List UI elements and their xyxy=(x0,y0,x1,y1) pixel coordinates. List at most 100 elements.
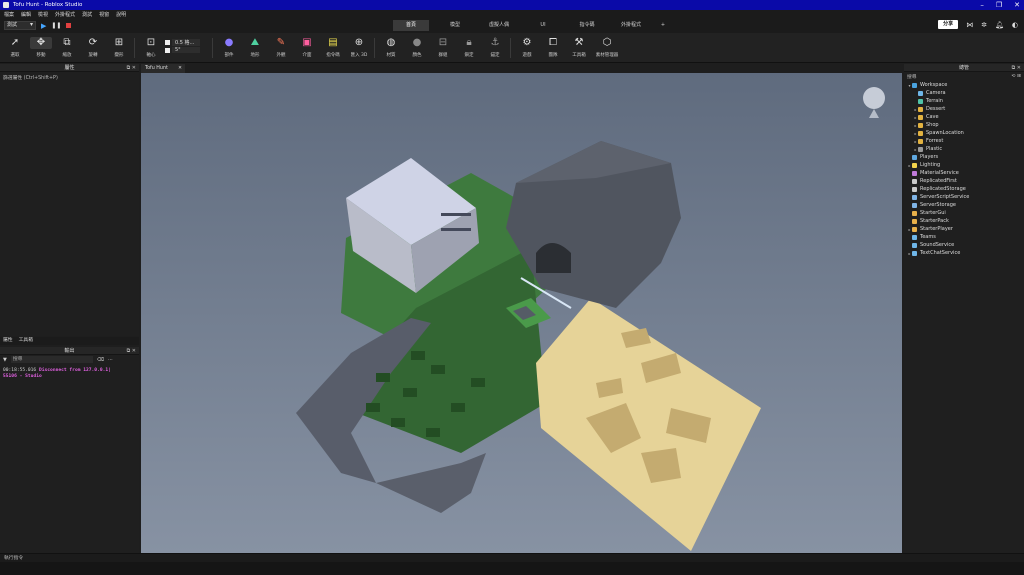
explorer-item[interactable]: StarterPack xyxy=(904,217,1024,225)
menu-file[interactable]: 檔案 xyxy=(4,11,14,18)
select-tool[interactable]: ➚ 選取 xyxy=(4,37,26,58)
explorer-item-label: MaterialService xyxy=(920,170,959,176)
asset-manager-tool[interactable]: ⬡ 素材管理器 xyxy=(594,37,620,58)
explorer-item[interactable]: ServerScriptService xyxy=(904,193,1024,201)
transform-tool[interactable]: ⊞ 變形 xyxy=(108,37,130,58)
3d-viewport[interactable] xyxy=(141,73,902,553)
tab-model[interactable]: 模型 xyxy=(437,20,473,31)
part-tool[interactable]: ● 部件 xyxy=(218,37,240,58)
toolbox-tool[interactable]: ⚒ 工具箱 xyxy=(568,37,590,58)
tab-home[interactable]: 首頁 xyxy=(393,20,429,31)
group-tool[interactable]: ⊟ 群組 xyxy=(432,37,454,58)
explorer-item[interactable]: StarterGui xyxy=(904,209,1024,217)
share-button[interactable]: 分享 xyxy=(938,20,959,29)
explorer-item-label: Forrest xyxy=(926,138,944,144)
pivot-tool[interactable]: ⊡ 軸心 xyxy=(140,37,162,58)
explorer-item[interactable]: ▸ Plastic xyxy=(904,145,1024,153)
anchor-tool[interactable]: ⚓︎ 錨定 xyxy=(484,37,506,58)
menu-view[interactable]: 檢視 xyxy=(38,11,48,18)
clear-output-icon[interactable]: ⌫ xyxy=(97,357,104,363)
maximize-button[interactable]: ❐ xyxy=(996,1,1002,9)
minimize-button[interactable]: – xyxy=(980,1,984,9)
explorer-item[interactable]: ▸ Dessert xyxy=(904,105,1024,113)
explorer-item[interactable]: ▾ Workspace xyxy=(904,81,1024,89)
explorer-item[interactable]: ▸ Shop xyxy=(904,121,1024,129)
tab-avatar[interactable]: 虛擬人偶 xyxy=(481,20,517,31)
script-tool[interactable]: ▤ 指令碼 xyxy=(322,37,344,58)
filter-icon[interactable]: ▼ xyxy=(3,357,7,363)
output-close-icon[interactable]: ⧉ ✕ xyxy=(127,347,136,355)
tab-ui[interactable]: UI xyxy=(525,20,561,31)
properties-filter[interactable]: 篩選屬性 (Ctrl+Shift+P) xyxy=(0,72,139,83)
menu-help[interactable]: 說明 xyxy=(116,11,126,18)
terrain-tool[interactable]: ⛰ 地形 xyxy=(244,37,266,58)
pause-icon[interactable]: ❚❚ xyxy=(51,22,61,29)
snap-rotate-checkbox[interactable] xyxy=(165,47,170,53)
tab-plugins[interactable]: 外掛程式 xyxy=(613,20,649,31)
explorer-item[interactable]: MaterialService xyxy=(904,169,1024,177)
explorer-item[interactable]: ServerStorage xyxy=(904,201,1024,209)
tab-toolbox[interactable]: 工具箱 xyxy=(19,337,33,345)
move-tool[interactable]: ✥ 移動 xyxy=(30,37,52,58)
stop-icon[interactable] xyxy=(66,23,72,28)
snap-move-checkbox[interactable] xyxy=(165,39,170,45)
menu-window[interactable]: 視窗 xyxy=(99,11,109,18)
collaborate-icon[interactable]: ✲ xyxy=(981,21,987,29)
ui-tool[interactable]: ▣ 介面 xyxy=(296,37,318,58)
play-icon[interactable]: ▶ xyxy=(41,22,46,30)
add-tab-button[interactable]: + xyxy=(657,20,669,31)
viewport-tab-close-icon[interactable]: ✕ xyxy=(178,64,182,73)
more-icon[interactable]: ⋯ xyxy=(108,357,113,363)
import3d-tool[interactable]: ⊕ 匯入 3D xyxy=(348,37,370,58)
network-icon[interactable]: ⋈ xyxy=(966,21,973,29)
explorer-item-label: StarterPack xyxy=(920,218,949,224)
menu-bar: 檔案 編輯 檢視 外掛程式 測試 視窗 說明 xyxy=(0,10,1024,19)
explorer-item[interactable]: Players xyxy=(904,153,1024,161)
notification-bell-icon[interactable]: 🔔︎ xyxy=(995,21,1004,29)
explorer-filter-input[interactable]: 搜尋 xyxy=(907,73,917,80)
play-mode-select[interactable]: 測試 xyxy=(4,21,36,30)
explorer-item[interactable]: ▸ SpawnLocation xyxy=(904,129,1024,137)
explorer-item[interactable]: SoundService xyxy=(904,241,1024,249)
explorer-item[interactable]: ▸ TextChatService xyxy=(904,249,1024,257)
menu-plugins[interactable]: 外掛程式 xyxy=(55,11,75,18)
explorer-item[interactable]: ▸ Forrest xyxy=(904,137,1024,145)
tab-script[interactable]: 指令碼 xyxy=(569,20,605,31)
rotate-tool[interactable]: ⟳ 旋轉 xyxy=(82,37,104,58)
move-arrows-icon: ✥ xyxy=(30,37,52,49)
menu-test[interactable]: 測試 xyxy=(82,11,92,18)
explorer-item[interactable]: ReplicatedFirst xyxy=(904,177,1024,185)
lock-tool[interactable]: 🔒︎ 鎖定 xyxy=(458,37,480,58)
instance-icon xyxy=(912,82,917,88)
scale-tool[interactable]: ⧉ 縮放 xyxy=(56,37,78,58)
panel-close-icon[interactable]: ⧉ ✕ xyxy=(127,64,136,72)
output-search-input[interactable]: 搜尋 xyxy=(10,356,93,363)
explorer-item[interactable]: ReplicatedStorage xyxy=(904,185,1024,193)
viewport-tab[interactable]: Tofu Hunt ✕ xyxy=(141,64,185,73)
explorer-close-icon[interactable]: ⧉ ✕ xyxy=(1012,64,1021,72)
explorer-options-icon[interactable]: ⟲ ⊞ xyxy=(1011,74,1021,79)
explorer-item-label: ReplicatedFirst xyxy=(920,178,957,184)
command-bar[interactable]: 執行指令 xyxy=(0,553,1024,562)
explorer-item[interactable]: ▸ Cave xyxy=(904,113,1024,121)
menu-edit[interactable]: 編輯 xyxy=(21,11,31,18)
explorer-item[interactable]: Teams xyxy=(904,233,1024,241)
color-tool[interactable]: ● 顏色 xyxy=(406,37,428,58)
instance-icon xyxy=(912,162,917,168)
game-settings-tool[interactable]: ⚙ 遊戲 xyxy=(516,37,538,58)
snap-move-value[interactable]: 0.5 格... xyxy=(172,38,200,46)
team-test-tool[interactable]: ⧠ 團隊 xyxy=(542,37,564,58)
snap-rotate-value[interactable]: 5° xyxy=(172,47,200,53)
output-log: 00:18:55.016 Disconnect from 127.0.0.1| … xyxy=(0,364,139,384)
close-button[interactable]: ✕ xyxy=(1014,1,1020,9)
tab-properties[interactable]: 屬性 xyxy=(3,337,13,345)
explorer-item[interactable]: Camera xyxy=(904,89,1024,97)
appearance-tool[interactable]: ✎ 外觀 xyxy=(270,37,292,58)
explorer-item[interactable]: ▸ StarterPlayer xyxy=(904,225,1024,233)
material-tool[interactable]: ◍ 材質 xyxy=(380,37,402,58)
explorer-item[interactable]: ▸ Lighting xyxy=(904,161,1024,169)
explorer-item[interactable]: Terrain xyxy=(904,97,1024,105)
explorer-item-label: Dessert xyxy=(926,106,946,112)
lock-icon: 🔒︎ xyxy=(466,37,472,48)
avatar-icon[interactable]: ◐ xyxy=(1012,21,1018,29)
